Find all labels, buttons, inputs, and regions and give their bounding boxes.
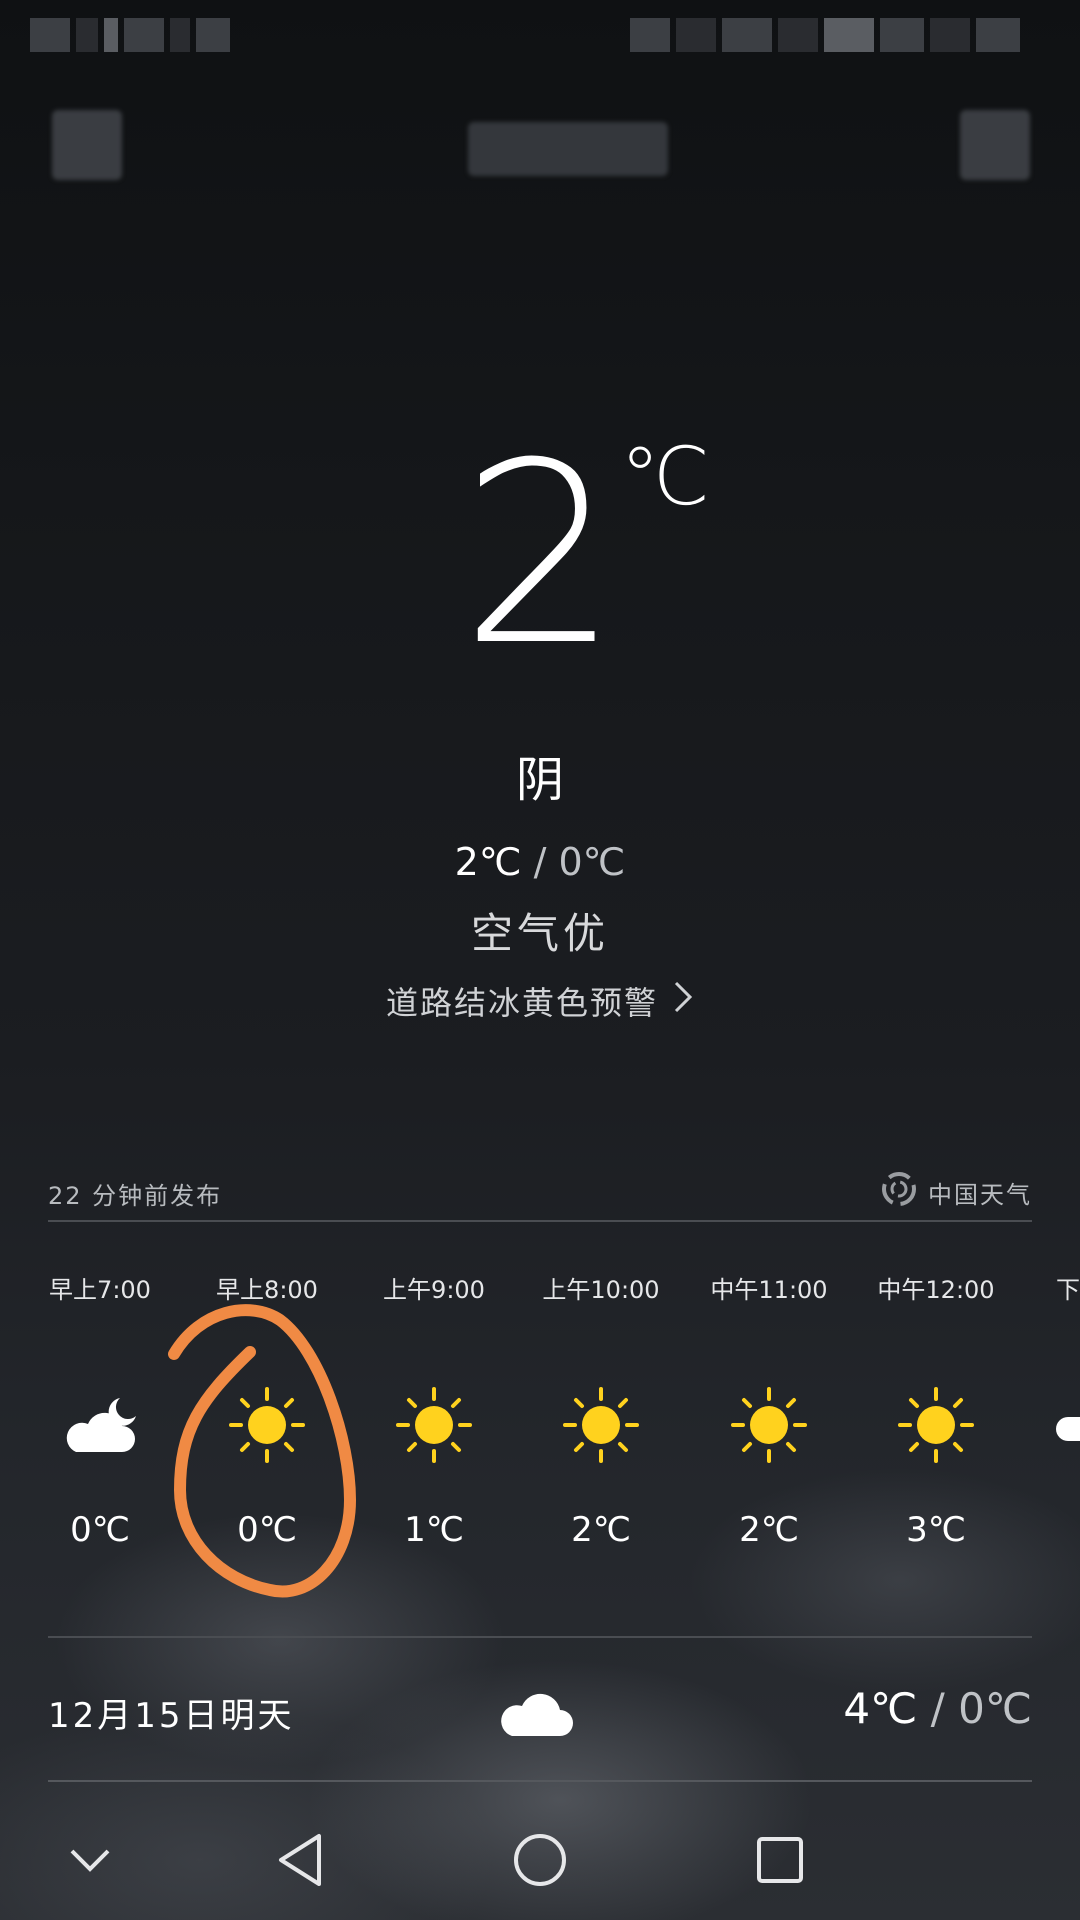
sun-icon (354, 1360, 514, 1490)
chevron-right-icon (672, 980, 694, 1023)
source-name: 中国天气 (928, 1180, 1032, 1209)
air-quality[interactable]: 空气优 (0, 900, 1080, 961)
add-city-icon[interactable] (960, 110, 1030, 180)
weather-condition: 阴 (515, 752, 564, 808)
tomorrow-forecast[interactable]: 12月15日明天 4℃ / 0℃ (48, 1684, 1032, 1744)
status-bar-left-redacted (30, 18, 230, 52)
home-icon[interactable] (490, 1810, 590, 1910)
hour-time: 中午11:00 (710, 1276, 828, 1304)
weather-source[interactable]: 中国天气 (880, 1170, 1032, 1214)
city-title[interactable] (468, 122, 668, 176)
hour-item[interactable]: 上午9:00 1℃ (354, 1270, 514, 1550)
divider-middle (48, 1636, 1032, 1638)
current-temperature: 2 (0, 430, 1080, 680)
today-low: 0℃ (558, 840, 626, 884)
publish-row: 22 分钟前发布 中国天气 (48, 1172, 1032, 1216)
today-high: 2℃ (454, 840, 522, 884)
publish-time: 22 分钟前发布 (48, 1182, 223, 1210)
sun-icon (187, 1360, 347, 1490)
temperature-value: 2 (460, 409, 620, 700)
chevron-down-icon[interactable] (40, 1810, 140, 1910)
status-bar-right-redacted (630, 18, 1020, 52)
hour-temp: 2℃ (739, 1510, 799, 1550)
tomorrow-temp-range: 4℃ / 0℃ (843, 1684, 1032, 1733)
hour-item[interactable]: 上午10:00 2℃ (521, 1270, 681, 1550)
temperature-unit: ℃ (620, 430, 710, 523)
hour-temp: 2℃ (571, 1510, 631, 1550)
hour-temp: 1℃ (404, 1510, 464, 1550)
hour-temp: 0℃ (70, 1510, 130, 1550)
back-icon[interactable] (250, 1810, 350, 1910)
hour-time: 上午10:00 (542, 1276, 660, 1304)
sun-icon (689, 1360, 849, 1490)
range-separator: / (521, 840, 559, 884)
hourly-forecast[interactable]: 早上7:00 0℃ 早上8:00 0℃ 上午9:00 1℃ 上午10:00 2℃… (0, 1270, 1080, 1610)
sun-icon (521, 1360, 681, 1490)
hour-time: 早上7:00 (49, 1276, 151, 1304)
cloud-icon (1056, 1360, 1080, 1490)
tomorrow-low: 0℃ (958, 1684, 1032, 1733)
system-navigation-bar (0, 1810, 1080, 1920)
tomorrow-date: 12月15日明天 (48, 1696, 295, 1736)
divider-bottom (48, 1780, 1032, 1782)
hour-item[interactable]: 中午12:00 3℃ (856, 1270, 1016, 1550)
divider-top (48, 1220, 1032, 1222)
hour-item[interactable]: 早上7:00 0℃ (20, 1270, 180, 1550)
hour-temp: 0℃ (237, 1510, 297, 1550)
weather-screen: 2 ℃ 阴 2℃ / 0℃ 空气优 道路结冰黄色预警 22 分钟前发布 中国天气… (0, 0, 1080, 1920)
hour-time: 早上8:00 (216, 1276, 318, 1304)
today-temp-range: 2℃ / 0℃ (0, 840, 1080, 884)
sun-icon (856, 1360, 1016, 1490)
tomorrow-separator: / (917, 1684, 959, 1733)
hour-item-partial[interactable]: 下 (1056, 1270, 1080, 1510)
weather-alert-link[interactable]: 道路结冰黄色预警 (0, 978, 1080, 1024)
menu-icon[interactable] (52, 110, 122, 180)
hour-time: 上午9:00 (383, 1276, 485, 1304)
hour-time: 中午12:00 (877, 1276, 995, 1304)
alert-text: 道路结冰黄色预警 (385, 984, 658, 1022)
hour-temp: 3℃ (906, 1510, 966, 1550)
hour-item[interactable]: 早上8:00 0℃ (187, 1270, 347, 1550)
hour-item[interactable]: 中午11:00 2℃ (689, 1270, 849, 1550)
hour-time: 下 (1056, 1276, 1080, 1304)
tomorrow-high: 4℃ (843, 1684, 918, 1733)
cloud-icon (496, 1684, 576, 1744)
recent-apps-icon[interactable] (730, 1810, 830, 1910)
swirl-logo-icon (880, 1170, 918, 1214)
cloudy-night-icon (20, 1360, 180, 1490)
